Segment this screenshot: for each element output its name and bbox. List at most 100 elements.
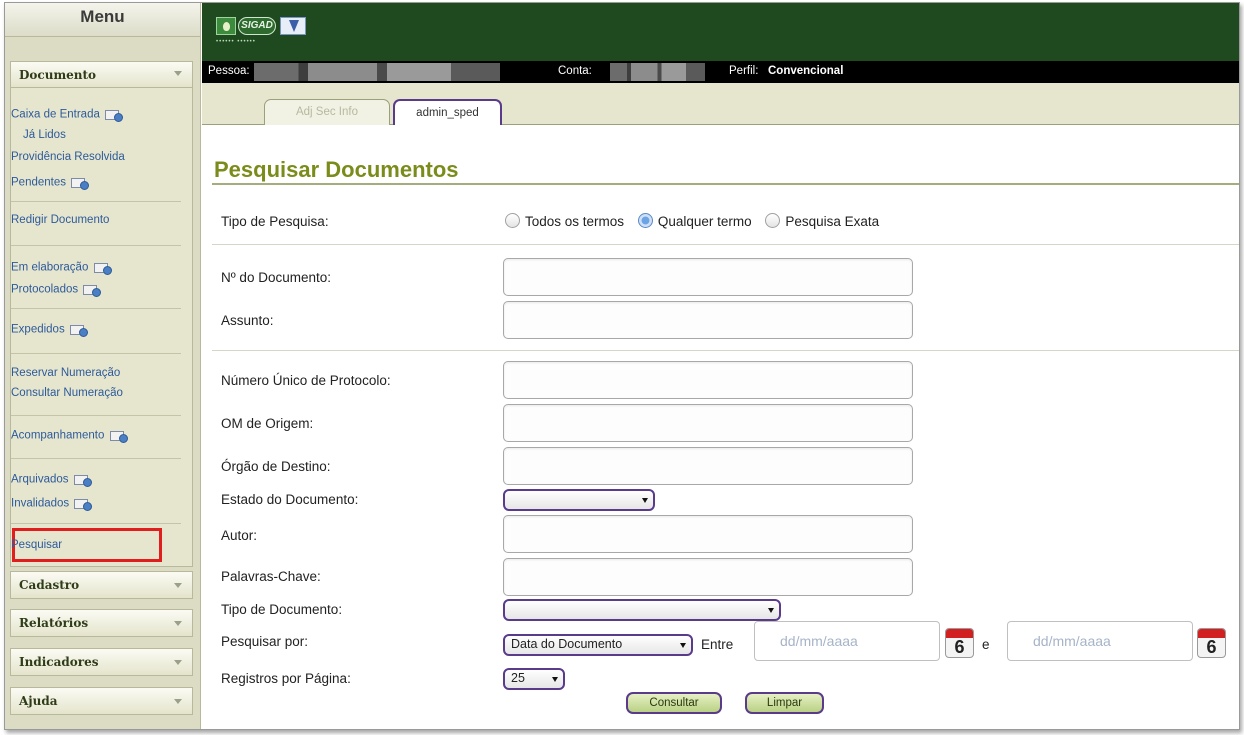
entre-label: Entre [701,637,734,652]
sidebar-item-acompanhamento[interactable]: Acompanhamento [11,428,128,443]
panel-documento-header[interactable]: Documento [11,62,192,88]
redacted-account [610,63,705,81]
numero-documento-input[interactable] [503,258,913,296]
radio-qualquer-termo[interactable]: Qualquer termo [637,213,752,229]
sidebar-item-arquivados[interactable]: Arquivados [11,472,92,487]
calendar-icon[interactable]: 6 [945,628,974,658]
sidebar-item-protocolados[interactable]: Protocolados [11,282,102,297]
tipo-pesquisa-radios: Todos os termos Qualquer termo Pesquisa … [505,213,889,229]
panel-cadastro[interactable]: Cadastro [10,571,193,599]
divider [11,523,181,524]
main-content: Pesquisar Documentos Tipo de Pesquisa: T… [202,126,1239,729]
user-info-bar: Pessoa: Conta: Perfil: Convencional [202,61,1239,83]
panel-ajuda[interactable]: Ajuda [10,687,193,715]
divider [11,458,181,459]
select-value: Data do Documento [511,637,623,651]
panel-documento-label: Documento [19,68,97,82]
radio-pesquisa-exata[interactable]: Pesquisa Exata [765,213,880,229]
palavras-chave-input[interactable] [503,558,913,596]
divider [11,308,181,309]
divider [11,415,181,416]
registros-por-pagina-select[interactable]: 25 [503,668,565,690]
numero-protocolo-input[interactable] [503,361,913,399]
sidebar-item-redigir-documento[interactable]: Redigir Documento [11,214,109,226]
sidebar-item-reservar-numeracao[interactable]: Reservar Numeração [11,367,120,379]
radio-label: Qualquer termo [657,214,752,229]
radio-icon [505,213,520,228]
sidebar-item-label: Caixa de Entrada [11,108,100,121]
sidebar-item-pendentes[interactable]: Pendentes [11,175,90,190]
sidebar-item-label: Em elaboração [11,261,89,274]
e-label: e [982,637,990,652]
sidebar-item-expedidos[interactable]: Expedidos [11,322,88,337]
tab-adj-sec-info[interactable]: Adj Sec Info [264,99,390,125]
calendar-icon[interactable]: 6 [1197,628,1226,658]
chevron-down-icon [174,621,182,626]
chevron-down-icon [174,699,182,704]
panel-relatorios[interactable]: Relatórios [10,609,193,637]
date-from-input[interactable]: dd/mm/aaaa [754,621,940,661]
radio-label: Todos os termos [525,214,625,229]
dropdown-arrow-icon [768,608,774,613]
sidebar-title: Menu [5,3,200,37]
divider [11,245,181,246]
autor-label: Autor: [221,528,258,543]
orgao-destino-input[interactable] [503,447,913,485]
om-origem-label: OM de Origem: [221,416,314,431]
header: SIGAD •••••• •••••• [202,3,1239,61]
conta-label: Conta: [558,65,592,77]
sidebar-item-em-elaboracao[interactable]: Em elaboração [11,260,112,275]
sidebar-item-label: Protocolados [11,283,79,296]
estado-documento-select[interactable] [503,489,655,511]
sidebar-item-label: Acompanhamento [11,429,105,442]
page-title: Pesquisar Documentos [214,157,459,182]
chevron-down-icon [174,660,182,665]
radio-label: Pesquisa Exata [785,214,880,229]
limpar-button[interactable]: Limpar [745,692,824,714]
dropdown-arrow-icon [552,677,558,682]
sidebar-item-caixa-entrada[interactable]: Caixa de Entrada [11,107,124,122]
date-to-input[interactable]: dd/mm/aaaa [1007,621,1193,661]
perfil-label: Perfil: [729,65,759,77]
wings-emblem-icon [280,17,306,35]
panel-indicadores[interactable]: Indicadores [10,648,193,676]
calendar-day: 6 [954,637,965,657]
mail-icon [74,496,93,511]
divider [11,201,181,202]
panel-cadastro-label: Cadastro [19,578,80,592]
logo-tagline: •••••• •••••• [216,39,256,45]
pesquisar-por-select[interactable]: Data do Documento [503,634,693,656]
sidebar-item-label: Invalidados [11,497,70,510]
radio-icon [765,213,781,228]
radio-selected-icon [637,213,653,228]
consultar-button[interactable]: Consultar [626,692,722,714]
sidebar-item-pesquisar[interactable]: Pesquisar [11,539,62,551]
assunto-input[interactable] [503,301,913,339]
assunto-label: Assunto: [221,313,274,328]
title-underline [212,183,1239,185]
om-origem-input[interactable] [503,404,913,442]
sidebar-item-providencia-resolvida[interactable]: Providência Resolvida [11,151,125,163]
redacted-name [254,63,500,81]
dropdown-arrow-icon [642,498,648,503]
sidebar-item-consultar-numeracao[interactable]: Consultar Numeração [11,387,123,399]
tipo-documento-select[interactable] [503,599,781,621]
logo-mark [216,17,236,35]
mail-icon [93,260,112,275]
select-value: 25 [511,671,525,685]
mail-icon [71,175,90,190]
autor-input[interactable] [503,515,913,553]
sidebar-item-label: Pendentes [11,176,66,189]
perfil-value: Convencional [768,65,844,77]
panel-relatorios-label: Relatórios [19,616,89,630]
radio-todos-os-termos[interactable]: Todos os termos [505,213,625,229]
palavras-chave-label: Palavras-Chave: [221,569,321,584]
sidebar-item-ja-lidos[interactable]: Já Lidos [23,129,66,141]
pessoa-label: Pessoa: [208,65,250,77]
divider [212,244,1239,245]
sidebar-item-invalidados[interactable]: Invalidados [11,496,93,511]
tab-admin-sped[interactable]: admin_sped [393,99,502,125]
chevron-down-icon [174,71,182,76]
sidebar-item-label: Expedidos [11,323,65,336]
divider [11,353,181,354]
